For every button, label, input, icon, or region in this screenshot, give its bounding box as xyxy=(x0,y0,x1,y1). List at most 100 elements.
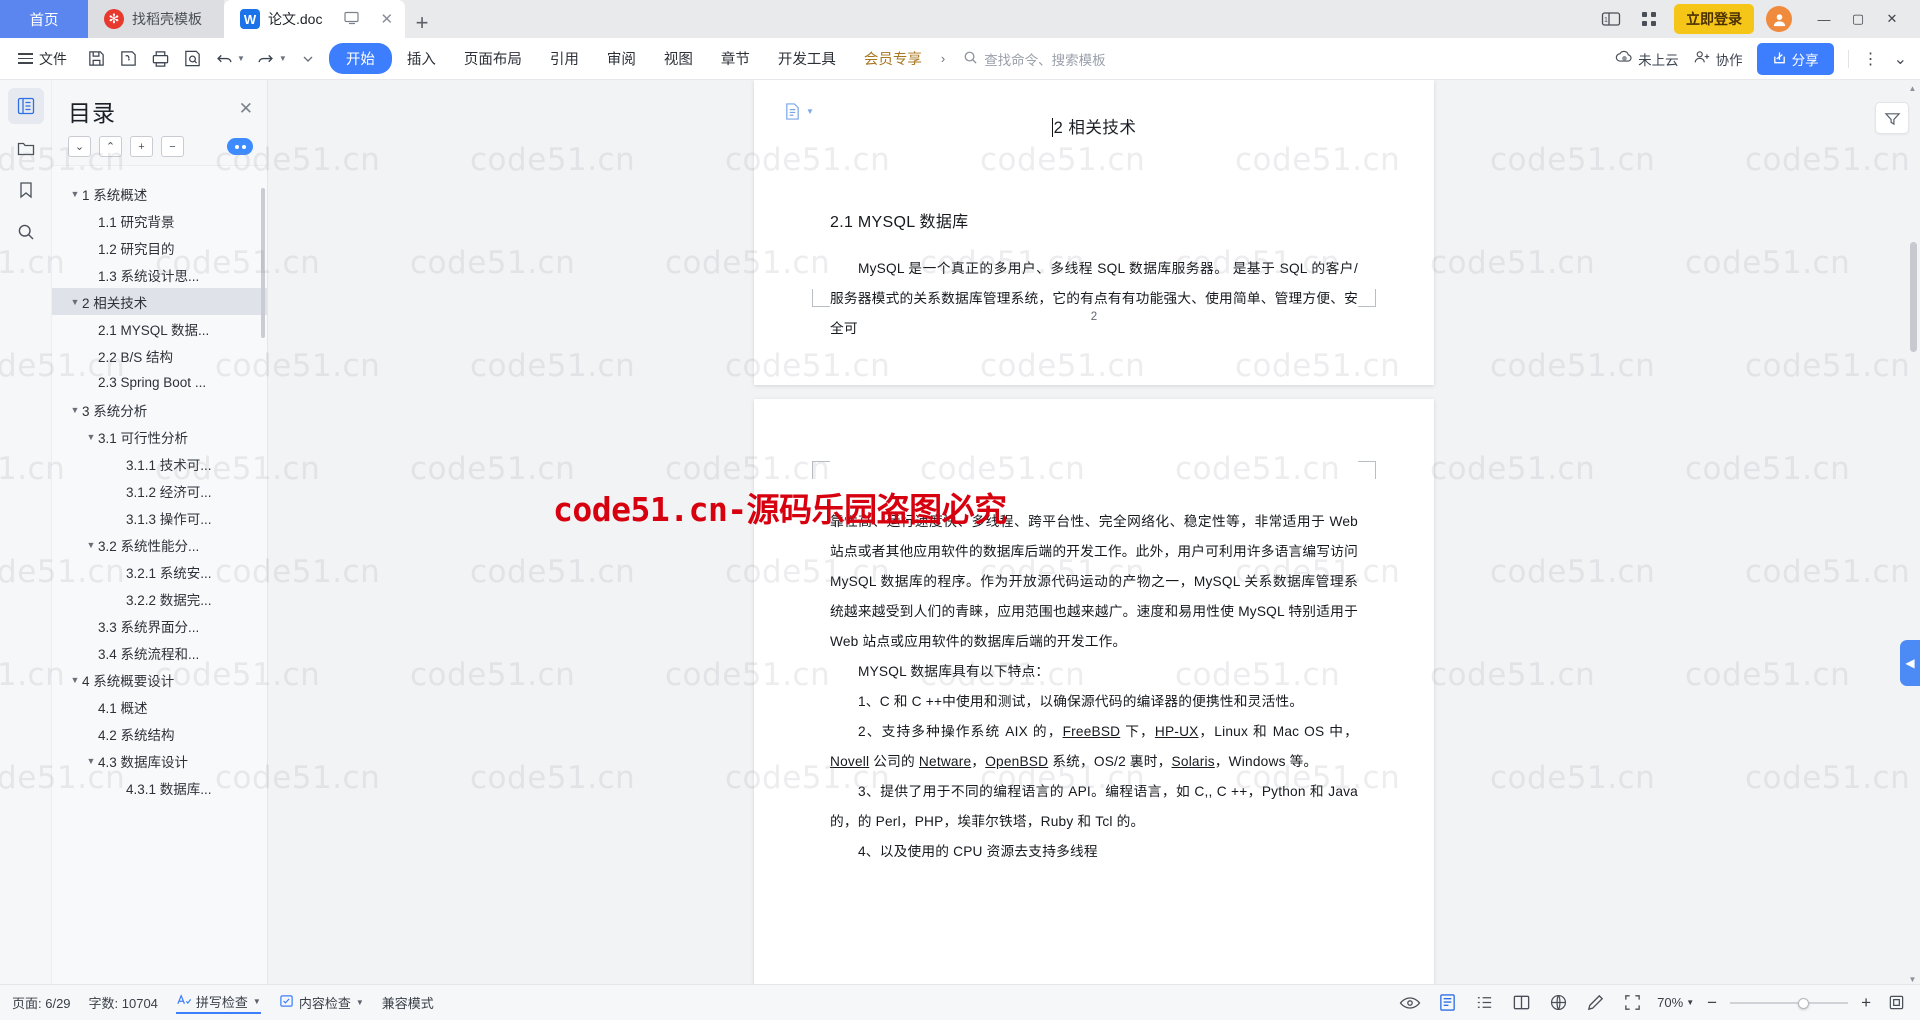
outline-panel-icon[interactable] xyxy=(7,88,44,124)
print-preview-icon[interactable] xyxy=(177,44,207,74)
toc-item-21[interactable]: 4.2 系统结构 xyxy=(52,720,267,747)
fullscreen-icon[interactable] xyxy=(1620,991,1644,1015)
zoom-slider[interactable] xyxy=(1730,997,1849,1009)
toc-item-5[interactable]: ▼ 2 相关技术 xyxy=(52,288,267,315)
save-icon[interactable] xyxy=(81,44,111,74)
spell-check-button[interactable]: 拼写检查 ▼ xyxy=(175,992,261,1014)
toc-item-9[interactable]: ▼ 3 系统分析 xyxy=(52,396,267,423)
word-count[interactable]: 字数: 10704 xyxy=(89,993,158,1012)
toc-item-11[interactable]: 3.1.1 技术可... xyxy=(52,450,267,477)
reading-layout-icon[interactable] xyxy=(1509,991,1533,1015)
outline-view-icon[interactable] xyxy=(1472,991,1496,1015)
toc-list[interactable]: ▼ 1 系统概述 1.1 研究背景 1.2 研究目的 1.3 系统设计思... ▼… xyxy=(52,165,267,984)
tab-start[interactable]: 开始 xyxy=(328,43,392,74)
tab-view[interactable]: 视图 xyxy=(651,43,706,74)
collapse-up-button[interactable]: ⌃ xyxy=(99,136,122,157)
tab-references[interactable]: 引用 xyxy=(537,43,592,74)
tab-home[interactable]: 首页 xyxy=(0,0,88,38)
cloud-status-button[interactable]: 未上云 xyxy=(1615,49,1679,69)
avatar[interactable] xyxy=(1766,6,1792,32)
folder-icon[interactable] xyxy=(8,130,44,166)
collapse-all-button[interactable]: − xyxy=(161,136,184,157)
collapse-ribbon-icon[interactable]: ⌄ xyxy=(1894,49,1908,69)
toc-item-14[interactable]: ▼ 3.2 系统性能分... xyxy=(52,531,267,558)
tab-screen-icon[interactable] xyxy=(344,11,360,28)
vertical-scrollbar[interactable]: ▲ ▼ xyxy=(1909,82,1918,984)
ink-pen-icon[interactable] xyxy=(1583,991,1607,1015)
scrollbar-thumb[interactable] xyxy=(1910,242,1917,352)
grid-apps-icon[interactable] xyxy=(1636,7,1662,31)
redo-icon[interactable] xyxy=(251,44,281,74)
scroll-up-icon[interactable]: ▲ xyxy=(1908,84,1917,93)
document-page-1[interactable]: ▼ 2 相关技术 2.1 MYSQL 数据库 MySQL 是一个真正的多用户、多… xyxy=(754,80,1434,385)
toc-item-8[interactable]: 2.3 Spring Boot ... xyxy=(52,369,267,396)
search-icon[interactable] xyxy=(8,214,44,250)
window-close-button[interactable]: ✕ xyxy=(1876,6,1908,32)
toc-scrollbar[interactable] xyxy=(261,188,265,338)
print-icon[interactable] xyxy=(145,44,175,74)
toc-item-2[interactable]: 1.1 研究背景 xyxy=(52,207,267,234)
toc-item-23[interactable]: 4.3.1 数据库... xyxy=(52,774,267,801)
chevron-down-icon[interactable]: ▼ xyxy=(356,998,364,1007)
close-icon[interactable]: ✕ xyxy=(239,94,253,117)
toc-toggle-switch[interactable] xyxy=(227,138,253,155)
tab-review[interactable]: 审阅 xyxy=(594,43,649,74)
collapse-down-button[interactable]: ⌄ xyxy=(68,136,91,157)
toc-item-12[interactable]: 3.1.2 经济可... xyxy=(52,477,267,504)
bookmark-icon[interactable] xyxy=(8,172,44,208)
document-page-2[interactable]: 靠性高、运行速度快、多线程、跨平台性、完全网络化、稳定性等，非常适用于 Web … xyxy=(754,399,1434,984)
zoom-slider-knob[interactable] xyxy=(1798,997,1810,1009)
toc-item-20[interactable]: 4.1 概述 xyxy=(52,693,267,720)
compat-mode-label[interactable]: 兼容模式 xyxy=(382,993,434,1012)
web-layout-icon[interactable] xyxy=(1546,991,1570,1015)
login-button[interactable]: 立即登录 xyxy=(1674,4,1754,34)
toc-item-16[interactable]: 3.2.2 数据完... xyxy=(52,585,267,612)
share-button[interactable]: 分享 xyxy=(1756,42,1834,75)
toc-item-3[interactable]: 1.2 研究目的 xyxy=(52,234,267,261)
save-as-cloud-icon[interactable] xyxy=(113,44,143,74)
undo-dropdown-icon[interactable]: ▼ xyxy=(237,54,249,63)
zoom-out-button[interactable]: − xyxy=(1707,993,1717,1013)
split-view-icon[interactable]: 1 xyxy=(1598,7,1624,31)
toc-item-4[interactable]: 1.3 系统设计思... xyxy=(52,261,267,288)
file-menu-button[interactable]: 文件 xyxy=(8,44,77,74)
toc-item-1[interactable]: ▼ 1 系统概述 xyxy=(52,180,267,207)
chevron-down-icon[interactable]: ▼ xyxy=(253,997,261,1006)
tab-section[interactable]: 章节 xyxy=(708,43,763,74)
tab-developer-tools[interactable]: 开发工具 xyxy=(765,43,849,74)
toc-item-22[interactable]: ▼ 4.3 数据库设计 xyxy=(52,747,267,774)
toc-item-10[interactable]: ▼ 3.1 可行性分析 xyxy=(52,423,267,450)
search-input[interactable]: 查找命令、搜索模板 xyxy=(963,49,1106,69)
filter-panel-icon[interactable] xyxy=(1875,102,1909,134)
tab-insert[interactable]: 插入 xyxy=(394,43,449,74)
zoom-level-button[interactable]: 70% ▼ xyxy=(1657,995,1694,1010)
quick-access-dropdown-icon[interactable] xyxy=(293,44,323,74)
content-check-button[interactable]: 内容检查 ▼ xyxy=(279,993,364,1012)
print-layout-icon[interactable] xyxy=(1435,991,1459,1015)
scroll-down-icon[interactable]: ▼ xyxy=(1908,975,1917,984)
tab-document[interactable]: W 论文.doc ✕ xyxy=(224,0,406,38)
redo-dropdown-icon[interactable]: ▼ xyxy=(279,54,291,63)
toc-item-19[interactable]: ▼ 4 系统概要设计 xyxy=(52,666,267,693)
tab-close-icon[interactable]: ✕ xyxy=(380,10,393,28)
tab-vip[interactable]: 会员专享 xyxy=(851,43,935,74)
ribbon-more-icon[interactable]: › xyxy=(937,51,949,66)
page-header-options-icon[interactable]: ▼ xyxy=(784,102,814,121)
tab-template[interactable]: ✻ 找稻壳模板 xyxy=(88,0,224,38)
tab-page-layout[interactable]: 页面布局 xyxy=(451,43,535,74)
more-options-icon[interactable]: ⋮ xyxy=(1863,49,1880,69)
toc-item-7[interactable]: 2.2 B/S 结构 xyxy=(52,342,267,369)
toc-item-6[interactable]: 2.1 MYSQL 数据... xyxy=(52,315,267,342)
undo-icon[interactable] xyxy=(209,44,239,74)
toc-item-17[interactable]: 3.3 系统界面分... xyxy=(52,612,267,639)
focus-eye-icon[interactable] xyxy=(1398,991,1422,1015)
toc-item-18[interactable]: 3.4 系统流程和... xyxy=(52,639,267,666)
page-indicator[interactable]: 页面: 6/29 xyxy=(12,993,71,1012)
window-minimize-button[interactable]: — xyxy=(1808,6,1840,32)
zoom-in-button[interactable]: + xyxy=(1861,993,1871,1013)
fit-page-icon[interactable] xyxy=(1884,991,1908,1015)
new-tab-button[interactable]: + xyxy=(405,8,439,38)
expand-all-button[interactable]: + xyxy=(130,136,153,157)
toc-item-15[interactable]: 3.2.1 系统安... xyxy=(52,558,267,585)
collaborate-button[interactable]: 协作 xyxy=(1693,49,1743,69)
